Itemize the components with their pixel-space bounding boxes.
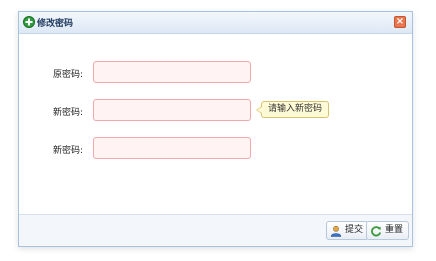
new-password-row: 新密码: 请输入新密码 <box>19 99 412 123</box>
user-icon <box>330 225 342 237</box>
tooltip-arrow-inner <box>257 107 262 113</box>
confirm-password-field[interactable] <box>93 137 251 159</box>
close-icon[interactable]: × <box>396 16 404 27</box>
reset-label[interactable]: 重置 <box>385 222 403 239</box>
old-password-label: 原密码: <box>52 70 83 80</box>
validation-tooltip: 请输入新密码 <box>256 101 330 118</box>
confirm-password-label: 新密码: <box>52 146 83 156</box>
add-circle-icon <box>23 16 35 28</box>
close-button[interactable]: × <box>394 16 406 28</box>
confirm-password-row: 新密码: <box>19 137 412 161</box>
new-password-field[interactable] <box>93 99 251 121</box>
old-password-row: 原密码: <box>19 61 412 85</box>
reset-button[interactable]: 重置 <box>365 221 409 240</box>
new-password-label: 新密码: <box>52 108 83 118</box>
dialog-titlebar[interactable]: 修改密码 × <box>19 12 412 34</box>
change-password-dialog: 修改密码 × 原密码: 新密码: 请输入新密码 新密码: 提交 重置 <box>18 11 413 247</box>
tooltip-text: 请输入新密码 <box>268 104 323 114</box>
submit-label[interactable]: 提交 <box>345 222 363 239</box>
old-password-field[interactable] <box>93 61 251 83</box>
submit-button[interactable]: 提交 <box>325 221 369 240</box>
refresh-icon <box>371 225 382 236</box>
dialog-title: 修改密码 <box>37 19 74 29</box>
dialog-footer: 提交 重置 <box>19 214 412 246</box>
